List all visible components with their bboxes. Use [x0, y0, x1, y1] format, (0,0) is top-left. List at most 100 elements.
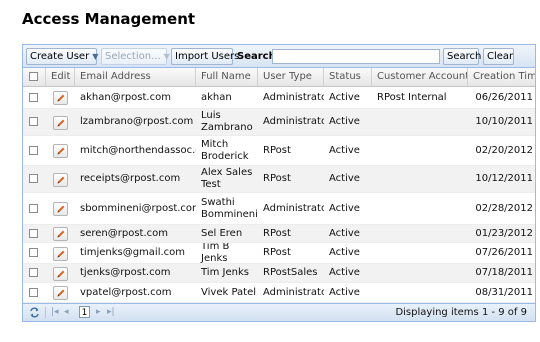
cell-customer-account	[372, 264, 468, 282]
header-status[interactable]: Status	[324, 68, 372, 86]
table-row[interactable]: akhan@rpost.com akhan Administrator Active R…	[23, 87, 535, 109]
row-select-checkbox[interactable]	[29, 204, 38, 213]
grid-toolbar: Create User ▼ Selection... ▼ Import Users …	[23, 45, 535, 68]
import-users-button[interactable]: Import Users	[171, 48, 239, 65]
pager-separator	[45, 307, 46, 318]
table-row[interactable]: sbommineni@rpost.com Swathi Bommineni Admi…	[23, 193, 535, 225]
last-page-icon[interactable]: ▸|	[107, 306, 115, 318]
cell-email: vpatel@rpost.com	[80, 286, 172, 298]
cell-email: mitch@northendassoc.com	[80, 144, 196, 156]
prev-page-icon[interactable]: ◂	[64, 306, 69, 318]
cell-full-name: Sel Eren	[201, 227, 243, 239]
cell-creation-time: 01/23/2012	[475, 227, 533, 239]
row-select-checkbox[interactable]	[29, 268, 38, 277]
edit-row-button[interactable]	[53, 91, 68, 105]
cell-status: Active	[329, 144, 360, 156]
table-row[interactable]: mitch@northendassoc.com Mitch Broderick RP…	[23, 136, 535, 166]
pencil-icon	[57, 119, 65, 127]
cell-user-type: RPostSales	[263, 267, 318, 278]
cell-status: Active	[329, 247, 360, 258]
refresh-icon[interactable]	[29, 307, 40, 318]
cell-email: seren@rpost.com	[80, 227, 168, 239]
cell-full-name: Swathi Bommineni	[201, 196, 258, 220]
cell-user-type: Administrator	[263, 116, 324, 127]
cell-creation-time: 08/31/2011	[475, 286, 533, 298]
create-user-label: Create User	[30, 51, 90, 62]
cell-status: Active	[329, 116, 360, 127]
table-row[interactable]: seren@rpost.com Sel Eren RPost Active 01/23/…	[23, 225, 535, 243]
next-page-icon[interactable]: ▸	[96, 306, 101, 318]
cell-customer-account	[372, 243, 468, 263]
first-page-icon[interactable]: |◂	[51, 306, 59, 318]
header-email[interactable]: Email Address	[75, 68, 196, 86]
pager-toolbar: |◂ ◂ 1 ▸ ▸| Displaying items 1 - 9 of 9	[23, 303, 535, 321]
pencil-icon	[57, 147, 65, 155]
cell-creation-time: 02/20/2012	[475, 144, 533, 156]
cell-status: Active	[329, 91, 360, 103]
create-user-button[interactable]: Create User ▼	[26, 48, 99, 65]
pencil-icon	[57, 94, 65, 102]
edit-row-button[interactable]	[53, 173, 68, 187]
cell-email: timjenks@gmail.com	[80, 247, 186, 258]
row-select-checkbox[interactable]	[29, 288, 38, 297]
table-row[interactable]: lzambrano@rpost.com Luis Zambrano Administ…	[23, 109, 535, 136]
cell-customer-account	[372, 225, 468, 242]
clear-button[interactable]: Clear	[483, 48, 514, 65]
cell-status: Active	[329, 202, 360, 214]
cell-full-name: Tim B Jenks	[201, 243, 230, 263]
cell-status: Active	[329, 286, 360, 298]
select-all-checkbox[interactable]	[29, 72, 38, 81]
cell-user-type: RPost	[263, 144, 291, 156]
cell-customer-account	[372, 166, 468, 192]
row-select-checkbox[interactable]	[29, 229, 38, 238]
edit-row-button[interactable]	[53, 202, 68, 216]
header-creation-time[interactable]: Creation Time	[468, 68, 535, 86]
header-customer-account[interactable]: Customer Account	[372, 68, 468, 86]
table-row[interactable]: tjenks@rpost.com Tim Jenks RPostSales Activ…	[23, 264, 535, 283]
cell-user-type: RPost	[263, 173, 291, 184]
row-select-checkbox[interactable]	[29, 117, 38, 126]
header-user-type[interactable]: User Type	[258, 68, 324, 86]
cell-creation-time: 06/26/2011	[475, 91, 533, 103]
cell-customer-account	[372, 136, 468, 165]
cell-full-name: Mitch Broderick	[201, 138, 249, 162]
edit-row-button[interactable]	[53, 267, 68, 281]
cell-creation-time: 10/10/2011	[475, 116, 533, 127]
table-row[interactable]: timjenks@gmail.com Tim B Jenks RPost Active…	[23, 243, 535, 264]
cell-user-type: Administrator	[263, 202, 324, 214]
table-row[interactable]: receipts@rpost.com Alex Sales Test RPost Ac…	[23, 166, 535, 193]
edit-row-button[interactable]	[53, 144, 68, 158]
row-select-checkbox[interactable]	[29, 248, 38, 257]
cell-full-name: Tim Jenks	[201, 267, 249, 278]
row-select-checkbox[interactable]	[29, 93, 38, 102]
cell-full-name: Luis Zambrano	[201, 110, 253, 133]
row-select-checkbox[interactable]	[29, 174, 38, 183]
chevron-down-icon: ▼	[92, 52, 99, 61]
search-button[interactable]: Search	[443, 48, 481, 65]
cell-creation-time: 02/28/2012	[475, 202, 533, 214]
edit-row-button[interactable]	[53, 247, 68, 261]
cell-email: akhan@rpost.com	[80, 91, 171, 103]
edit-row-button[interactable]	[53, 116, 68, 130]
cell-email: sbommineni@rpost.com	[80, 202, 196, 214]
edit-row-button[interactable]	[53, 286, 68, 300]
row-select-checkbox[interactable]	[29, 146, 38, 155]
cell-status: Active	[329, 267, 360, 278]
cell-customer-account: RPost Internal	[377, 91, 447, 103]
cell-full-name: Vivek Patel	[201, 286, 256, 298]
selection-label: Selection...	[105, 51, 161, 62]
cell-status: Active	[329, 173, 360, 184]
search-input[interactable]	[272, 49, 440, 64]
current-page-input[interactable]: 1	[79, 306, 90, 318]
header-edit[interactable]: Edit	[46, 68, 75, 86]
header-select-all[interactable]	[23, 68, 46, 86]
selection-button[interactable]: Selection... ▼	[101, 48, 170, 65]
pencil-icon	[57, 289, 65, 297]
header-full-name[interactable]: Full Name	[196, 68, 258, 86]
pencil-icon	[57, 250, 65, 258]
edit-row-button[interactable]	[53, 227, 68, 241]
cell-user-type: Administrator	[263, 286, 324, 298]
cell-email: receipts@rpost.com	[80, 173, 181, 184]
table-row[interactable]: vpatel@rpost.com Vivek Patel Administrator…	[23, 283, 535, 303]
cell-customer-account	[372, 193, 468, 224]
